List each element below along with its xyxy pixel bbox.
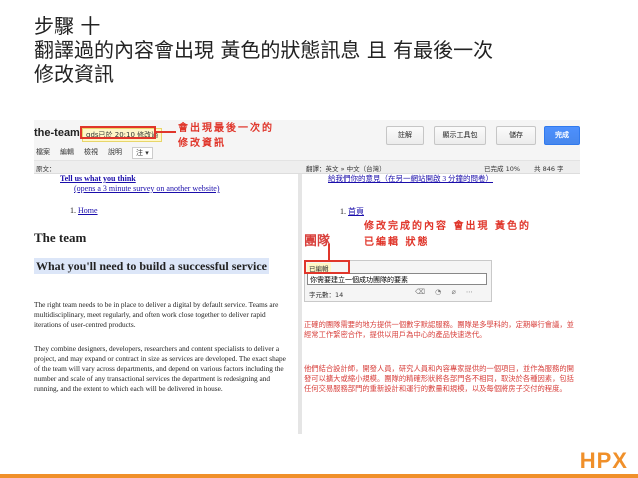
source-paragraph-2: They combine designers, developers, rese…	[34, 344, 286, 393]
status-highlight-box	[80, 126, 156, 139]
heading-line-1: 步驟 十	[34, 14, 101, 38]
segment-input[interactable]: 你需要建立一個成功團隊的要素	[307, 273, 487, 285]
editor-tool-icons[interactable]: ⌫ ◔ ⌀ ⋯	[415, 288, 477, 296]
survey-link[interactable]: (opens a 3 minute survey on another webs…	[74, 184, 220, 193]
translated-breadcrumb: 1. 首頁	[340, 207, 364, 216]
source-label: 原文：	[36, 165, 56, 173]
heading-line-2: 翻譯過的內容會出現 黃色的狀態訊息 且 有最後一次	[34, 38, 494, 62]
annotation-top-line-2: 修改資訊	[178, 138, 226, 149]
annotation-top-line-1: 會出現最後一次的	[178, 123, 274, 134]
translator-screenshot: the-team gds已於 20:10 修改過 檔案 編輯 檢視 說明 注 ▾…	[34, 120, 580, 434]
source-paragraph-1: The right team needs to be in place to d…	[34, 300, 279, 329]
translated-paragraph-1: 正確的團隊需要的地方提供一個數字默認服務。團隊是多學科的，定期舉行會議，並經常工…	[304, 320, 574, 339]
status-arrow	[156, 131, 176, 133]
translated-paragraph-2: 他們結合設計師，開發人員，研究人員和內容專家提供的一個項目，並作為服務的開發可以…	[304, 364, 574, 393]
annotation-mid-line-2: 已編輯 狀態	[364, 237, 430, 248]
menu-edit[interactable]: 編輯	[60, 147, 74, 159]
doc-title: the-team	[34, 127, 80, 139]
comment-button[interactable]: 註解	[386, 126, 424, 145]
edited-arrow	[328, 244, 330, 260]
show-toolkit-button[interactable]: 顯示工具包	[434, 126, 486, 145]
translated-team-heading: 團隊	[304, 233, 331, 248]
heading-line-3: 修改資訊	[34, 62, 114, 86]
footer-accent-line	[0, 474, 638, 478]
menu-view[interactable]: 檢視	[84, 147, 98, 159]
edited-highlight-box	[304, 260, 350, 274]
home-link[interactable]: Home	[78, 206, 98, 215]
language-bar: 原文： 翻譯：英文 » 中文（台灣） 已完成 10% 共 846 字	[34, 161, 580, 174]
hpx-logo: HPX	[579, 448, 628, 473]
translated-home-link[interactable]: 首頁	[348, 207, 364, 216]
char-count: 字元數：14	[309, 291, 344, 299]
annotation-mid-line-1: 修改完成的內容 會出現 黃色的	[364, 221, 531, 232]
total-words: 共 846 字	[534, 165, 564, 173]
translation-pane[interactable]: 給我們你的意見（在另一網站開啟 3 分鐘的問卷） 1. 首頁 團隊 正確的團隊需…	[304, 174, 580, 434]
translated-survey-link[interactable]: 給我們你的意見（在另一網站開啟 3 分鐘的問卷）	[328, 174, 578, 183]
tell-us-link[interactable]: Tell us what you think	[60, 174, 136, 183]
slide-heading: 步驟 十 翻譯過的內容會出現 黃色的狀態訊息 且 有最後一次 修改資訊	[34, 14, 614, 86]
source-pane[interactable]: Tell us what you think (opens a 3 minute…	[34, 174, 297, 434]
menu-bar: 檔案 編輯 檢視 說明 注 ▾	[36, 147, 153, 159]
translate-label[interactable]: 翻譯：英文 » 中文（台灣）	[306, 163, 386, 173]
breadcrumb: 1. Home	[70, 206, 98, 215]
save-button[interactable]: 儲存	[496, 126, 536, 145]
menu-file[interactable]: 檔案	[36, 147, 50, 159]
annotation-dropdown[interactable]: 注 ▾	[132, 147, 153, 159]
done-button[interactable]: 完成	[544, 126, 580, 145]
what-heading[interactable]: What you'll need to build a successful s…	[34, 258, 270, 274]
pane-divider[interactable]	[298, 174, 302, 434]
completed-percent: 已完成 10%	[484, 165, 521, 173]
menu-help[interactable]: 說明	[108, 147, 122, 159]
what-heading-wrap[interactable]: What you'll need to build a successful s…	[34, 258, 274, 274]
team-heading: The team	[34, 230, 87, 245]
